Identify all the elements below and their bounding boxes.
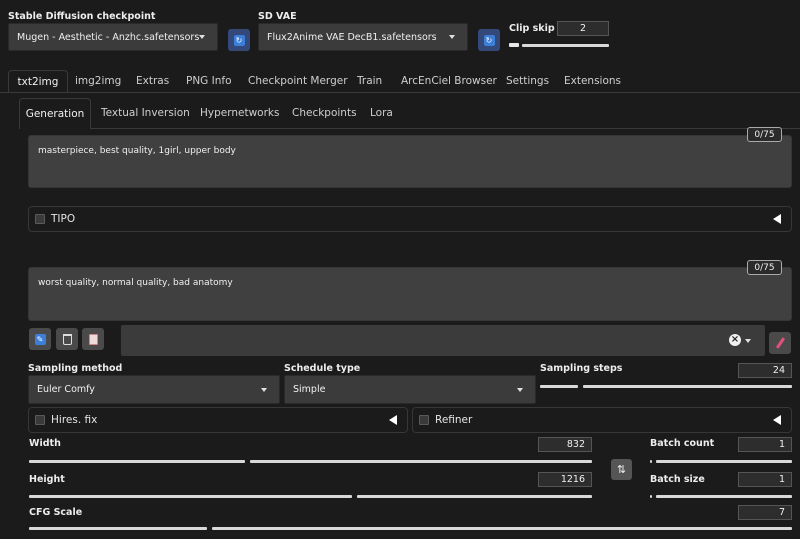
top-tab-bar: txt2img img2img Extras PNG Info Checkpoi… <box>0 70 800 93</box>
negative-token-counter: 0/75 <box>747 260 782 275</box>
clip-skip-slider[interactable] <box>522 44 609 47</box>
negative-prompt-text: worst quality, normal quality, bad anato… <box>38 278 233 288</box>
sampling-method-label: Sampling method <box>28 363 123 374</box>
batch-count-label: Batch count <box>650 438 715 449</box>
subtab-generation[interactable]: Generation <box>19 98 91 129</box>
vae-dropdown[interactable]: Flux2Anime VAE DecB1.safetensors <box>258 23 468 51</box>
chevron-down-icon <box>449 35 455 39</box>
clipboard-icon <box>88 333 98 345</box>
chevron-down-icon <box>261 387 267 392</box>
refiner-label: Refiner <box>435 414 473 426</box>
paste-button[interactable] <box>82 328 104 350</box>
checkpoint-label: Stable Diffusion checkpoint <box>8 11 156 22</box>
subtab-checkpoints[interactable]: Checkpoints <box>292 107 357 119</box>
cfg-scale-slider[interactable] <box>212 527 792 530</box>
tipo-checkbox[interactable] <box>35 214 45 224</box>
schedule-type-value: Simple <box>293 384 326 395</box>
refresh-icon: ↻ <box>233 34 245 46</box>
width-slider[interactable] <box>250 460 592 463</box>
tab-extensions[interactable]: Extensions <box>564 75 621 87</box>
styles-dropdown[interactable]: × <box>121 325 765 356</box>
tab-png-info[interactable]: PNG Info <box>186 75 232 87</box>
top-tab-divider <box>0 92 800 93</box>
cfg-scale-slider-filled[interactable] <box>29 527 207 530</box>
sampling-method-value: Euler Comfy <box>37 384 95 395</box>
batch-count-input[interactable]: 1 <box>738 437 792 452</box>
batch-count-slider-min[interactable] <box>650 460 652 463</box>
negative-prompt-textarea[interactable]: worst quality, normal quality, bad anato… <box>28 267 792 321</box>
vae-value: Flux2Anime VAE DecB1.safetensors <box>267 31 437 43</box>
tipo-accordion[interactable]: TIPO <box>28 206 792 232</box>
batch-size-slider[interactable] <box>656 495 792 498</box>
tab-img2img[interactable]: img2img <box>75 75 121 87</box>
batch-size-label: Batch size <box>650 474 705 485</box>
tab-extras[interactable]: Extras <box>136 75 169 87</box>
clip-skip-label: Clip skip <box>509 23 555 34</box>
width-label: Width <box>29 438 61 449</box>
cfg-scale-label: CFG Scale <box>29 507 83 518</box>
hires-fix-checkbox[interactable] <box>35 415 45 425</box>
collapse-arrow-icon[interactable] <box>773 214 781 224</box>
tab-checkpoint-merger[interactable]: Checkpoint Merger <box>248 75 348 87</box>
checkpoint-refresh-button[interactable]: ↻ <box>228 29 250 51</box>
tab-settings[interactable]: Settings <box>506 75 549 87</box>
width-slider-filled[interactable] <box>29 460 245 463</box>
schedule-type-label: Schedule type <box>284 363 361 374</box>
subtab-lora[interactable]: Lora <box>370 107 393 119</box>
vae-refresh-button[interactable]: ↻ <box>478 29 500 51</box>
sampling-steps-slider[interactable] <box>583 385 792 388</box>
collapse-arrow-icon[interactable] <box>773 415 781 425</box>
refiner-checkbox[interactable] <box>419 415 429 425</box>
checkpoint-dropdown[interactable]: Mugen - Aesthetic - Anzhc.safetensors <box>8 23 218 51</box>
sampling-steps-slider-filled[interactable] <box>540 385 578 388</box>
sampling-steps-label: Sampling steps <box>540 363 623 374</box>
chevron-down-icon[interactable] <box>745 338 751 343</box>
height-slider-filled[interactable] <box>29 495 352 498</box>
subtab-textual-inversion[interactable]: Textual Inversion <box>101 107 190 119</box>
pencil-icon: ✎ <box>34 333 46 345</box>
batch-count-slider[interactable] <box>656 460 792 463</box>
edit-styles-button[interactable] <box>769 332 791 354</box>
clear-prompt-button[interactable] <box>56 328 78 350</box>
subtab-hypernetworks[interactable]: Hypernetworks <box>200 107 279 119</box>
swap-dimensions-button[interactable]: ⇅ <box>611 459 632 480</box>
trash-icon <box>62 333 72 345</box>
schedule-type-dropdown[interactable]: Simple <box>284 375 536 404</box>
tab-txt2img[interactable]: txt2img <box>8 70 68 93</box>
clear-styles-icon[interactable]: × <box>729 334 741 346</box>
subtab-label: Generation <box>25 108 85 120</box>
width-input[interactable]: 832 <box>538 437 592 452</box>
collapse-arrow-icon[interactable] <box>389 415 397 425</box>
chevron-down-icon <box>199 35 205 39</box>
sampling-steps-input[interactable]: 24 <box>738 363 792 378</box>
subtab-divider <box>91 128 800 129</box>
chevron-down-icon <box>517 387 523 392</box>
cfg-scale-input[interactable]: 7 <box>738 505 792 520</box>
tipo-label: TIPO <box>51 213 76 225</box>
apply-style-button[interactable]: ✎ <box>29 328 51 350</box>
positive-token-counter: 0/75 <box>747 127 782 142</box>
paintbrush-icon <box>775 337 785 349</box>
height-input[interactable]: 1216 <box>538 472 592 487</box>
sampling-method-dropdown[interactable]: Euler Comfy <box>28 375 280 404</box>
batch-size-input[interactable]: 1 <box>738 472 792 487</box>
swap-icon: ⇅ <box>616 463 627 476</box>
hires-fix-accordion[interactable]: Hires. fix <box>28 407 408 433</box>
height-label: Height <box>29 474 65 485</box>
tab-label: txt2img <box>17 76 59 88</box>
height-slider[interactable] <box>357 495 592 498</box>
refresh-icon: ↻ <box>483 34 495 46</box>
positive-prompt-text: masterpiece, best quality, 1girl, upper … <box>38 146 236 156</box>
batch-size-slider-min[interactable] <box>650 495 652 498</box>
checkpoint-value: Mugen - Aesthetic - Anzhc.safetensors <box>17 31 200 43</box>
clip-skip-input[interactable]: 2 <box>557 21 609 36</box>
tab-arcenciel-browser[interactable]: ArcEnCiel Browser <box>401 75 497 87</box>
clip-skip-slider-min[interactable] <box>509 43 519 47</box>
vae-label: SD VAE <box>258 11 297 22</box>
refiner-accordion[interactable]: Refiner <box>412 407 792 433</box>
hires-fix-label: Hires. fix <box>51 414 98 426</box>
positive-prompt-textarea[interactable]: masterpiece, best quality, 1girl, upper … <box>28 135 792 188</box>
tab-train[interactable]: Train <box>357 75 382 87</box>
